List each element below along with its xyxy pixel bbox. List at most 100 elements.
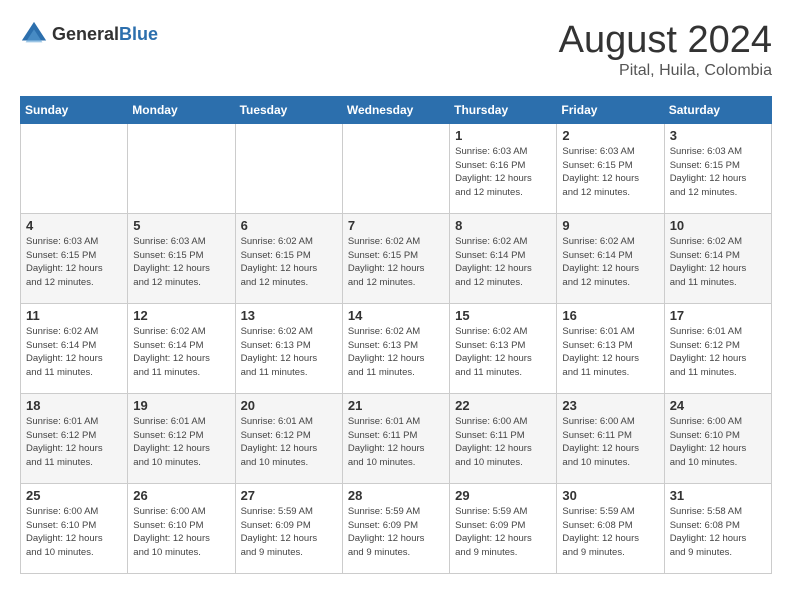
day-number: 20 [241,398,337,413]
calendar-cell: 20Sunrise: 6:01 AM Sunset: 6:12 PM Dayli… [235,393,342,483]
calendar-cell: 22 Sunrise: 6:00 AM Sunset: 6:11 PM Dayli… [450,393,557,483]
calendar-cell [342,123,449,213]
day-info: Sunrise: 6:03 AM Sunset: 6:15 PM Dayligh… [562,145,658,200]
calendar-cell: 10 Sunrise: 6:02 AM Sunset: 6:14 PM Dayli… [664,213,771,303]
day-info: Sunrise: 6:02 AM Sunset: 6:14 PM Dayligh… [562,235,658,290]
day-number: 12 [133,308,229,323]
day-info: Sunrise: 6:00 AM Sunset: 6:10 PM Dayligh… [670,415,766,470]
day-number: 30 [562,488,658,503]
day-info: Sunrise: 6:03 AM Sunset: 6:16 PM Dayligh… [455,145,551,200]
day-number: 26 [133,488,229,503]
calendar-cell: 23 Sunrise: 6:00 AM Sunset: 6:11 PM Dayli… [557,393,664,483]
day-info: Sunrise: 6:02 AM Sunset: 6:13 PM Dayligh… [455,325,551,380]
day-number: 15 [455,308,551,323]
day-number: 8 [455,218,551,233]
day-info: Sunrise: 6:02 AM Sunset: 6:15 PM Dayligh… [241,235,337,290]
day-info: Sunrise: 5:59 AM Sunset: 6:09 PM Dayligh… [348,505,444,560]
calendar-cell: 31 Sunrise: 5:58 AM Sunset: 6:08 PM Dayli… [664,483,771,573]
weekday-header: Saturday [664,96,771,123]
day-number: 10 [670,218,766,233]
calendar-cell: 17Sunrise: 6:01 AM Sunset: 6:12 PM Dayli… [664,303,771,393]
day-info: Sunrise: 6:03 AM Sunset: 6:15 PM Dayligh… [26,235,122,290]
day-info: Sunrise: 6:03 AM Sunset: 6:15 PM Dayligh… [670,145,766,200]
day-number: 1 [455,128,551,143]
logo: GeneralBlue [20,20,158,48]
day-number: 11 [26,308,122,323]
day-number: 6 [241,218,337,233]
day-number: 21 [348,398,444,413]
day-number: 19 [133,398,229,413]
day-info: Sunrise: 6:02 AM Sunset: 6:14 PM Dayligh… [133,325,229,380]
calendar-cell: 3 Sunrise: 6:03 AM Sunset: 6:15 PM Daylig… [664,123,771,213]
day-number: 5 [133,218,229,233]
day-info: Sunrise: 6:01 AM Sunset: 6:11 PM Dayligh… [348,415,444,470]
title-block: August 2024 Pital, Huila, Colombia [559,20,772,80]
calendar-cell: 1 Sunrise: 6:03 AM Sunset: 6:16 PM Daylig… [450,123,557,213]
day-info: Sunrise: 6:02 AM Sunset: 6:13 PM Dayligh… [241,325,337,380]
calendar-cell: 13 Sunrise: 6:02 AM Sunset: 6:13 PM Dayli… [235,303,342,393]
day-number: 31 [670,488,766,503]
day-number: 4 [26,218,122,233]
day-info: Sunrise: 6:01 AM Sunset: 6:12 PM Dayligh… [26,415,122,470]
day-info: Sunrise: 6:02 AM Sunset: 6:15 PM Dayligh… [348,235,444,290]
logo-text-general: General [52,24,119,44]
day-number: 22 [455,398,551,413]
calendar-cell: 18 Sunrise: 6:01 AM Sunset: 6:12 PM Dayli… [21,393,128,483]
calendar-cell: 25Sunrise: 6:00 AM Sunset: 6:10 PM Dayli… [21,483,128,573]
calendar-cell: 26 Sunrise: 6:00 AM Sunset: 6:10 PM Dayli… [128,483,235,573]
calendar-cell: 30 Sunrise: 5:59 AM Sunset: 6:08 PM Dayli… [557,483,664,573]
calendar-cell: 24 Sunrise: 6:00 AM Sunset: 6:10 PM Dayli… [664,393,771,483]
day-info: Sunrise: 6:01 AM Sunset: 6:12 PM Dayligh… [133,415,229,470]
calendar-cell: 19 Sunrise: 6:01 AM Sunset: 6:12 PM Dayli… [128,393,235,483]
day-info: Sunrise: 6:00 AM Sunset: 6:11 PM Dayligh… [562,415,658,470]
location-title: Pital, Huila, Colombia [559,62,772,80]
day-info: Sunrise: 6:02 AM Sunset: 6:14 PM Dayligh… [26,325,122,380]
weekday-header: Wednesday [342,96,449,123]
day-number: 2 [562,128,658,143]
weekday-header: Friday [557,96,664,123]
day-info: Sunrise: 6:00 AM Sunset: 6:10 PM Dayligh… [133,505,229,560]
day-info: Sunrise: 6:00 AM Sunset: 6:10 PM Dayligh… [26,505,122,560]
day-info: Sunrise: 6:00 AM Sunset: 6:11 PM Dayligh… [455,415,551,470]
calendar-cell: 7Sunrise: 6:02 AM Sunset: 6:15 PM Daylig… [342,213,449,303]
calendar-cell: 6 Sunrise: 6:02 AM Sunset: 6:15 PM Daylig… [235,213,342,303]
calendar-cell: 5 Sunrise: 6:03 AM Sunset: 6:15 PM Daylig… [128,213,235,303]
calendar-cell: 29 Sunrise: 5:59 AM Sunset: 6:09 PM Dayli… [450,483,557,573]
day-info: Sunrise: 5:59 AM Sunset: 6:09 PM Dayligh… [455,505,551,560]
calendar-cell: 27 Sunrise: 5:59 AM Sunset: 6:09 PM Dayli… [235,483,342,573]
day-number: 17 [670,308,766,323]
weekday-header: Tuesday [235,96,342,123]
logo-icon [20,20,48,48]
calendar-table: SundayMondayTuesdayWednesdayThursdayFrid… [20,96,772,574]
day-info: Sunrise: 6:02 AM Sunset: 6:14 PM Dayligh… [455,235,551,290]
calendar-cell: 28Sunrise: 5:59 AM Sunset: 6:09 PM Dayli… [342,483,449,573]
day-info: Sunrise: 6:02 AM Sunset: 6:13 PM Dayligh… [348,325,444,380]
calendar-cell [21,123,128,213]
weekday-header: Sunday [21,96,128,123]
day-info: Sunrise: 6:03 AM Sunset: 6:15 PM Dayligh… [133,235,229,290]
day-info: Sunrise: 5:59 AM Sunset: 6:08 PM Dayligh… [562,505,658,560]
calendar-cell: 16Sunrise: 6:01 AM Sunset: 6:13 PM Dayli… [557,303,664,393]
day-number: 18 [26,398,122,413]
day-number: 13 [241,308,337,323]
calendar-cell: 9Sunrise: 6:02 AM Sunset: 6:14 PM Daylig… [557,213,664,303]
calendar-cell [128,123,235,213]
weekday-header: Monday [128,96,235,123]
day-number: 27 [241,488,337,503]
day-number: 3 [670,128,766,143]
calendar-cell: 11 Sunrise: 6:02 AM Sunset: 6:14 PM Dayli… [21,303,128,393]
day-number: 24 [670,398,766,413]
day-info: Sunrise: 6:02 AM Sunset: 6:14 PM Dayligh… [670,235,766,290]
weekday-header: Thursday [450,96,557,123]
calendar-cell: 12 Sunrise: 6:02 AM Sunset: 6:14 PM Dayli… [128,303,235,393]
calendar-cell: 2 Sunrise: 6:03 AM Sunset: 6:15 PM Daylig… [557,123,664,213]
day-info: Sunrise: 5:58 AM Sunset: 6:08 PM Dayligh… [670,505,766,560]
calendar-cell: 4 Sunrise: 6:03 AM Sunset: 6:15 PM Daylig… [21,213,128,303]
day-info: Sunrise: 5:59 AM Sunset: 6:09 PM Dayligh… [241,505,337,560]
day-number: 23 [562,398,658,413]
day-number: 16 [562,308,658,323]
calendar-cell: 15 Sunrise: 6:02 AM Sunset: 6:13 PM Dayli… [450,303,557,393]
day-number: 29 [455,488,551,503]
month-title: August 2024 [559,20,772,62]
calendar-cell [235,123,342,213]
